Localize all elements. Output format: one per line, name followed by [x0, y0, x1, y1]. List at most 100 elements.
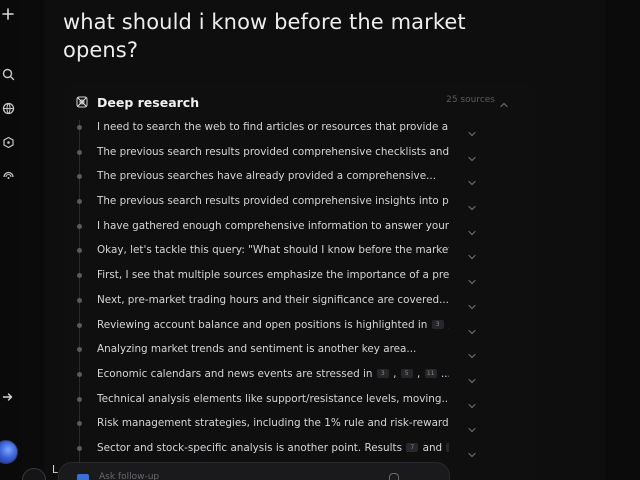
step-label: Analyzing market trends and sentiment is… [97, 343, 417, 356]
plus-icon[interactable] [0, 6, 16, 22]
left-rail [0, 0, 22, 480]
step-dot [77, 273, 82, 279]
step-dot [77, 322, 82, 328]
citation-badge[interactable]: 3 [431, 320, 444, 329]
citation-badge[interactable]: 3 [376, 369, 389, 379]
step-label: The previous search results provided com… [97, 145, 449, 158]
chevron-down-icon[interactable] [467, 222, 477, 236]
research-step[interactable]: Analyzing market trends and sentiment is… [65, 337, 535, 362]
research-step[interactable]: Next, pre-market trading hours and their… [65, 288, 535, 313]
step-dot [77, 174, 82, 180]
citation-badge[interactable]: 5 [400, 369, 413, 379]
step-tail: and [419, 441, 446, 454]
chevron-down-icon[interactable] [467, 246, 477, 260]
research-step[interactable]: First, I see that multiple sources empha… [65, 263, 535, 288]
chevron-up-icon[interactable] [499, 95, 509, 108]
chevron-down-icon[interactable] [467, 148, 477, 162]
research-step[interactable]: I need to search the web to find article… [65, 115, 535, 140]
research-step[interactable]: Okay, let's tackle this query: "What sho… [65, 238, 535, 263]
step-text: Reviewing account balance and open posit… [97, 317, 449, 333]
step-dot [77, 199, 82, 205]
citation-badge[interactable]: 7 [406, 443, 419, 453]
step-label: I need to search the web to find article… [97, 121, 449, 133]
mic-icon[interactable] [389, 473, 399, 480]
step-label: The previous search results provided com… [97, 195, 449, 208]
research-step[interactable]: Economic calendars and news events are s… [65, 362, 535, 387]
citation-badge[interactable]: 11 [424, 369, 437, 379]
research-step[interactable]: Reviewing account balance and open posit… [65, 313, 535, 338]
research-steps-list: I need to search the web to find article… [65, 115, 535, 461]
spaces-icon[interactable] [0, 134, 16, 150]
step-label: Okay, let's tackle this query: "What sho… [97, 244, 449, 257]
step-text: Next, pre-market trading hours and their… [97, 292, 449, 308]
step-dot [77, 371, 82, 377]
step-label: Sector and stock-specific analysis is an… [97, 441, 402, 454]
step-text: First, I see that multiple sources empha… [97, 267, 449, 283]
arrow-right-icon[interactable] [0, 389, 16, 405]
citation-badge[interactable]: 10 [446, 443, 449, 453]
step-label: Economic calendars and news events are s… [97, 367, 373, 380]
globe-icon[interactable] [0, 100, 16, 116]
chevron-down-icon[interactable] [467, 271, 477, 285]
step-label: Technical analysis elements like support… [97, 392, 449, 405]
step-text: The previous search results provided com… [97, 144, 449, 160]
step-text: Economic calendars and news events are s… [97, 366, 449, 382]
research-step[interactable]: The previous search results provided com… [65, 140, 535, 165]
research-step[interactable]: Sector and stock-specific analysis is an… [65, 436, 535, 461]
step-dot [77, 223, 82, 229]
deep-research-header[interactable]: Deep research 25 sources [75, 92, 525, 112]
attach-icon[interactable] [77, 474, 89, 480]
step-text: Technical analysis elements like support… [97, 391, 449, 407]
chevron-down-icon[interactable] [467, 444, 477, 458]
research-step[interactable]: Technical analysis elements like support… [65, 387, 535, 412]
step-dot [77, 396, 82, 402]
step-label: Next, pre-market trading hours and their… [97, 293, 449, 306]
library-icon[interactable] [0, 166, 16, 182]
step-text: I have gathered enough comprehensive inf… [97, 218, 449, 234]
step-label: First, I see that multiple sources empha… [97, 269, 449, 282]
follow-up-composer[interactable]: Ask follow-up [58, 462, 450, 480]
step-text: Analyzing market trends and sentiment is… [97, 341, 449, 357]
step-text: I need to search the web to find article… [97, 119, 449, 135]
home-button[interactable] [22, 468, 46, 480]
step-text: Okay, let's tackle this query: "What sho… [97, 242, 449, 258]
step-dot [77, 421, 82, 427]
partial-step-text: L [52, 464, 58, 476]
chevron-down-icon[interactable] [467, 345, 477, 359]
research-step[interactable]: Risk management strategies, including th… [65, 411, 535, 436]
research-step[interactable]: The previous search results provided com… [65, 189, 535, 214]
step-dot [77, 347, 82, 353]
step-tail: ... [440, 367, 449, 380]
deep-research-title: Deep research [97, 94, 200, 110]
chevron-down-icon[interactable] [467, 395, 477, 408]
deep-research-panel: Deep research 25 sources I need to searc… [65, 84, 535, 480]
step-dot [77, 125, 82, 130]
step-dot [77, 149, 82, 155]
query-title: what should i know before the market ope… [63, 10, 466, 62]
sources-count[interactable]: 25 sources [446, 95, 495, 105]
chevron-down-icon[interactable] [467, 123, 477, 137]
step-dot [77, 248, 82, 254]
deep-research-icon [75, 95, 89, 109]
chevron-down-icon[interactable] [467, 419, 477, 433]
chevron-down-icon[interactable] [467, 172, 477, 186]
chevron-down-icon[interactable] [467, 197, 477, 211]
research-step[interactable]: I have gathered enough comprehensive inf… [65, 214, 535, 239]
step-label: The previous searches have already provi… [97, 170, 437, 183]
search-icon[interactable] [0, 66, 16, 82]
step-text: Sector and stock-specific analysis is an… [97, 440, 449, 456]
step-text: Risk management strategies, including th… [97, 415, 449, 431]
follow-up-input[interactable]: Ask follow-up [99, 472, 159, 480]
chevron-down-icon[interactable] [467, 370, 477, 384]
chevron-down-icon[interactable] [467, 296, 477, 310]
step-label: I have gathered enough comprehensive inf… [97, 219, 449, 232]
main-content: what should i know before the market ope… [45, 0, 605, 480]
step-label: Reviewing account balance and open posit… [97, 318, 428, 331]
step-text: The previous searches have already provi… [97, 168, 449, 184]
avatar[interactable] [0, 440, 18, 464]
chevron-down-icon[interactable] [467, 321, 477, 334]
step-dot [77, 297, 82, 303]
step-label: Risk management strategies, including th… [97, 417, 449, 430]
research-step[interactable]: The previous searches have already provi… [65, 164, 535, 189]
step-text: The previous search results provided com… [97, 193, 449, 209]
